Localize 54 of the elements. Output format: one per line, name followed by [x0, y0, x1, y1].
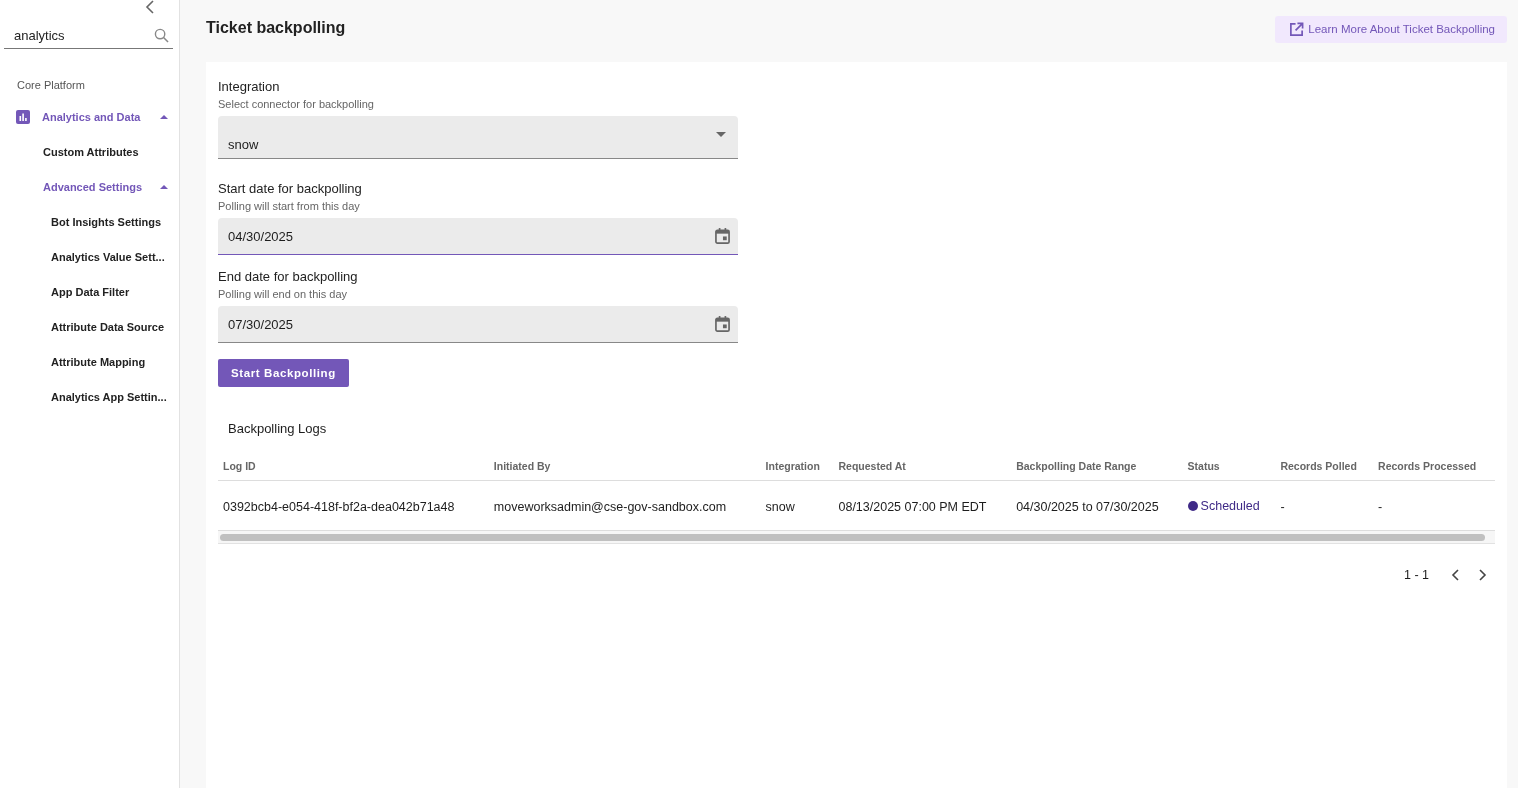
search-icon[interactable] [154, 28, 169, 43]
table-cell: 04/30/2025 to 07/30/2025 [1011, 480, 1183, 531]
nav-item[interactable]: Attribute Data Source [0, 309, 179, 344]
calendar-icon[interactable] [715, 316, 730, 332]
next-page-icon[interactable] [1479, 569, 1487, 581]
nav-item[interactable]: Analytics Value Sett... [0, 239, 179, 274]
field-label: End date for backpolling [218, 269, 359, 284]
table-cell: 0392bcb4-e054-418f-bf2a-dea042b71a48 [218, 480, 489, 531]
table-cell: 08/13/2025 07:00 PM EDT [833, 480, 1012, 531]
column-header: Log ID [218, 460, 489, 481]
pagination-range: 1 - 1 [1404, 568, 1429, 582]
table-cell: moveworksadmin@cse-gov-sandbox.com [488, 480, 761, 531]
column-header: Initiated By [488, 460, 761, 481]
table-cell: - [1275, 480, 1374, 531]
caret-icon [160, 184, 168, 189]
scrollbar-thumb[interactable] [220, 533, 1485, 541]
nav-item[interactable]: Analytics App Settin... [0, 379, 179, 414]
integration-select[interactable]: snow [218, 116, 738, 159]
search-field[interactable]: analytics [14, 28, 134, 43]
column-header: Records Polled [1275, 460, 1374, 481]
page-title: Ticket backpolling [206, 19, 346, 37]
start-backpolling-button[interactable]: Start Backpolling [218, 359, 349, 387]
bar-chart-icon [16, 109, 30, 124]
table-cell: - [1373, 480, 1495, 531]
nav-item[interactable]: Custom Attributes [0, 134, 179, 169]
nav-item[interactable]: Analytics and Data [0, 99, 179, 134]
table-cell: snow [760, 480, 834, 531]
column-header: Requested At [833, 460, 1012, 481]
date-field[interactable]: 04/30/2025 [218, 218, 738, 255]
nav-item[interactable]: Advanced Settings [0, 169, 179, 204]
chevron-left-icon[interactable] [145, 0, 155, 14]
status-text: Scheduled [1200, 499, 1260, 513]
field-label: Start date for backpolling [218, 181, 363, 196]
external-link-icon [1289, 21, 1305, 37]
logs-title: Backpolling Logs [228, 421, 328, 436]
field-hint: Polling will end on this day [218, 288, 349, 300]
column-header: Backpolling Date Range [1011, 460, 1183, 481]
column-header: Status [1182, 460, 1276, 481]
nav-item[interactable]: App Data Filter [0, 274, 179, 309]
nav-item[interactable]: Bot Insights Settings [0, 204, 179, 239]
previous-page-icon[interactable] [1451, 569, 1459, 581]
horizontal-scrollbar[interactable] [218, 531, 1495, 544]
dropdown-caret-icon [716, 131, 726, 137]
field-hint: Select connector for backpolling [218, 98, 375, 110]
column-header: Records Processed [1373, 460, 1495, 481]
calendar-icon[interactable] [715, 228, 730, 244]
date-field[interactable]: 07/30/2025 [218, 306, 738, 343]
nav-item[interactable]: Attribute Mapping [0, 344, 179, 379]
section-label: Core Platform [17, 79, 86, 91]
field-label: Integration [218, 79, 281, 94]
column-header: Integration [760, 460, 834, 481]
field-hint: Polling will start from this day [218, 200, 361, 212]
help-link[interactable]: Learn More About Ticket Backpolling [1275, 15, 1507, 43]
caret-icon [160, 114, 168, 119]
